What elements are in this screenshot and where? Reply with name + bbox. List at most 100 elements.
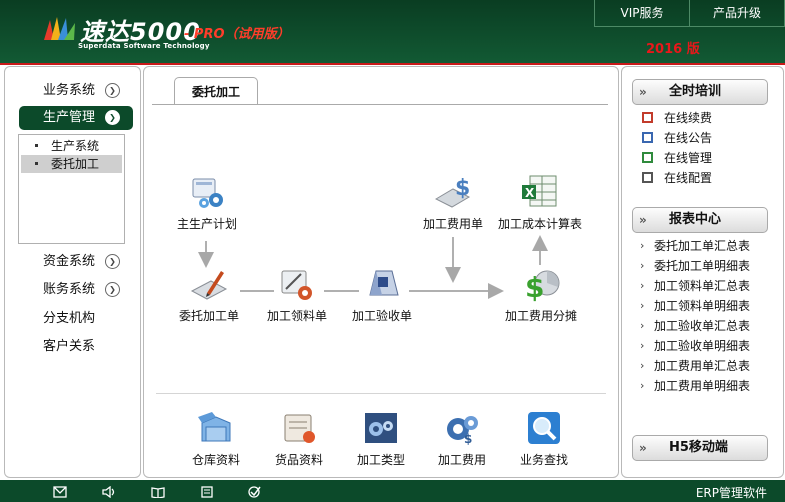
flow-node-fee-allocation[interactable]: $ 加工费用分摊 <box>494 265 588 324</box>
product-upgrade-link[interactable]: 产品升级 <box>690 0 784 26</box>
top-nav: VIP服务 产品升级 <box>594 0 785 27</box>
notice-icon <box>642 132 653 143</box>
material-requisition-icon <box>281 270 312 300</box>
tool-goods[interactable]: 货品资料 <box>254 409 344 468</box>
acceptance-icon <box>369 270 399 296</box>
flow-node-label: 加工成本计算表 <box>497 217 582 231</box>
sidebar-item-business[interactable]: 业务系统 ❯ <box>19 79 133 103</box>
chevron-right-icon: › <box>640 359 645 372</box>
mail-icon[interactable] <box>53 486 67 498</box>
chevron-right-icon: › <box>640 379 645 392</box>
double-chevron-icon: » <box>639 441 647 455</box>
right-panel: » 全时培训 在线续费 在线公告 在线管理 在线配置 » 报表中心 › 委托加工单… <box>621 66 784 478</box>
svg-text:X: X <box>525 186 535 200</box>
speaker-icon[interactable] <box>102 486 116 498</box>
flow-node-processing-fee[interactable]: $ 加工费用单 <box>408 173 498 232</box>
sidebar-item-crm[interactable]: 客户关系 <box>19 335 133 359</box>
chevron-right-icon: › <box>640 339 645 352</box>
flow-node-label: 加工验收单 <box>351 309 412 323</box>
flow-node-production-plan[interactable]: 主生产计划 <box>162 173 252 232</box>
flow-node-label: 加工费用分摊 <box>504 309 577 323</box>
flow-node-material-requisition[interactable]: 加工领料单 <box>252 265 342 324</box>
book-icon[interactable] <box>151 486 165 498</box>
chevron-right-icon: › <box>640 259 645 272</box>
app-header: 速达5000 - PRO（试用版） Superdata Software Tec… <box>0 0 785 64</box>
renewal-icon <box>642 112 653 123</box>
document-icon[interactable] <box>200 486 214 498</box>
sidebar: 业务系统 ❯ 生产管理 ❯ 生产系统 委托加工 资金系统 ❯ 账务系统 ❯ 分支… <box>4 66 141 478</box>
tool-label: 业务查找 <box>519 453 568 467</box>
chevron-right-icon: › <box>640 239 645 252</box>
product-label: ERP管理软件 <box>695 486 767 500</box>
tool-label: 货品资料 <box>274 453 323 467</box>
outsourcing-order-icon <box>190 271 228 300</box>
submenu: 生产系统 委托加工 <box>18 134 125 244</box>
cost-sheet-icon: X <box>522 175 557 207</box>
training-header-button[interactable]: » 全时培训 <box>632 79 768 105</box>
brand-subtitle: Superdata Software Technology <box>78 42 210 50</box>
tool-label: 加工类型 <box>356 453 405 467</box>
tool-business-search[interactable]: 业务查找 <box>499 409 589 468</box>
brand-logo: 速达5000 - PRO（试用版） Superdata Software Tec… <box>42 10 302 56</box>
chevron-right-icon: › <box>640 319 645 332</box>
flow-node-outsourcing-order[interactable]: 委托加工单 <box>164 265 254 324</box>
flow-node-label: 主生产计划 <box>176 217 237 231</box>
svg-text:$: $ <box>464 432 472 446</box>
flow-node-acceptance[interactable]: 加工验收单 <box>337 265 427 324</box>
chevron-down-icon[interactable]: ❯ <box>105 282 120 297</box>
svg-text:$: $ <box>455 176 470 201</box>
chevron-down-icon[interactable]: ❯ <box>105 254 120 269</box>
svg-text:$: $ <box>525 271 544 303</box>
status-bar: ERP管理软件 <box>0 480 785 502</box>
bullet-icon <box>35 162 38 165</box>
flow-node-label: 加工费用单 <box>422 217 483 231</box>
sidebar-item-branches[interactable]: 分支机构 <box>19 307 133 331</box>
section-divider <box>156 393 606 394</box>
submenu-item-production-system[interactable]: 生产系统 <box>21 137 122 155</box>
sidebar-item-funds[interactable]: 资金系统 ❯ <box>19 250 133 274</box>
submenu-item-outsourcing[interactable]: 委托加工 <box>21 155 122 173</box>
sidebar-item-label: 业务系统 <box>43 83 96 98</box>
fee-gear-icon: $ <box>447 416 478 446</box>
warehouse-icon <box>198 412 231 442</box>
double-chevron-icon: » <box>639 85 647 99</box>
flow-node-label: 委托加工单 <box>178 309 239 323</box>
tool-label: 仓库资料 <box>191 453 240 467</box>
bullet-icon <box>35 144 38 147</box>
tool-warehouse[interactable]: 仓库资料 <box>171 409 261 468</box>
flow-node-label: 加工领料单 <box>266 309 327 323</box>
vip-service-link[interactable]: VIP服务 <box>595 0 690 26</box>
tool-processing-fee[interactable]: $ 加工费用 <box>417 409 507 468</box>
sidebar-item-label: 客户关系 <box>43 339 96 354</box>
config-icon <box>642 172 653 183</box>
sidebar-item-production[interactable]: 生产管理 ❯ <box>19 106 133 130</box>
double-chevron-icon: » <box>639 213 647 227</box>
flow-arrows <box>198 235 548 299</box>
workflow-panel: 委托加工 主生产计划 委托加工单 加工领料单 加工验收单 $ 加工费用单 X 加… <box>143 66 619 478</box>
management-icon <box>642 152 653 163</box>
flow-node-cost-sheet[interactable]: X 加工成本计算表 <box>490 173 590 232</box>
logo-fan-icon <box>44 17 75 40</box>
sidebar-item-label: 生产管理 <box>43 110 96 125</box>
reports-header-button[interactable]: » 报表中心 <box>632 207 768 233</box>
production-plan-icon <box>192 178 223 208</box>
chevron-right-icon: › <box>640 279 645 292</box>
process-type-icon <box>365 413 397 443</box>
sidebar-item-label: 分支机构 <box>43 311 96 326</box>
chevron-right-icon: › <box>640 299 645 312</box>
tool-label: 加工费用 <box>437 453 486 467</box>
edition-year: 2016 版 <box>646 42 700 57</box>
brand-edition-tag: - PRO（试用版） <box>184 27 290 42</box>
search-icon <box>528 412 560 444</box>
mobile-header-button[interactable]: » H5移动端 <box>632 435 768 461</box>
chevron-down-icon[interactable]: ❯ <box>105 110 120 125</box>
check-icon[interactable] <box>248 486 262 498</box>
tool-process-type[interactable]: 加工类型 <box>336 409 426 468</box>
goods-icon <box>284 414 315 443</box>
fee-allocation-icon: $ <box>525 270 560 303</box>
chevron-down-icon[interactable]: ❯ <box>105 83 120 98</box>
sidebar-item-label: 资金系统 <box>43 254 96 269</box>
sidebar-item-accounting[interactable]: 账务系统 ❯ <box>19 278 133 302</box>
sidebar-item-label: 账务系统 <box>43 282 96 297</box>
processing-fee-icon: $ <box>434 176 470 208</box>
